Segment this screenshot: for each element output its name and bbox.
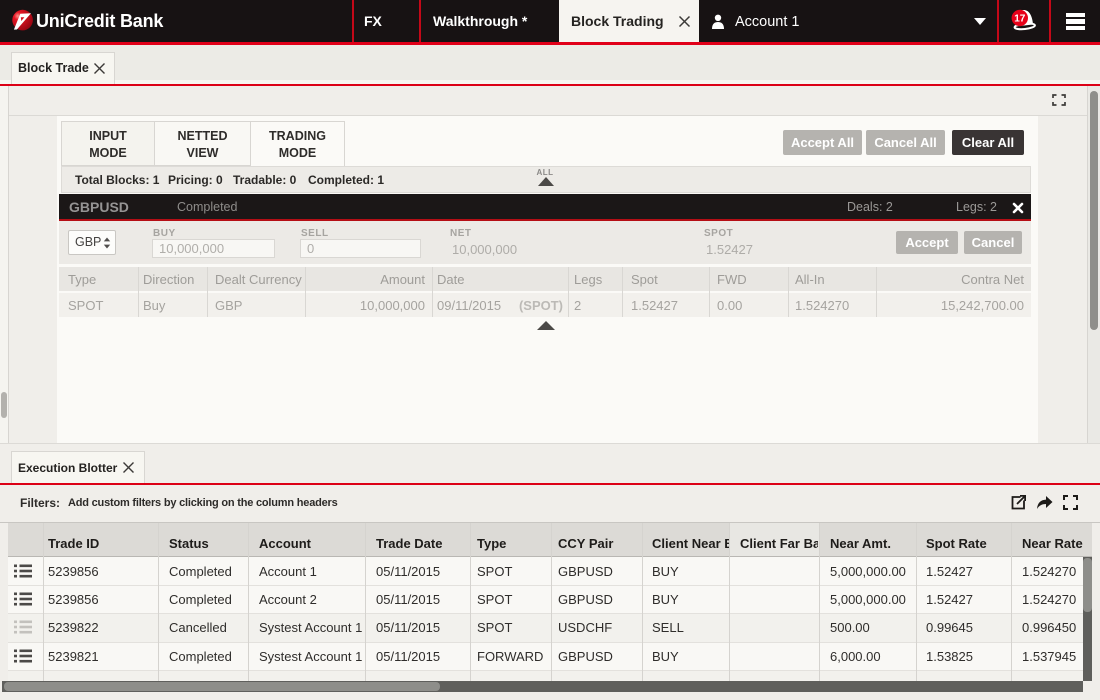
svg-text:17: 17: [1014, 14, 1026, 25]
